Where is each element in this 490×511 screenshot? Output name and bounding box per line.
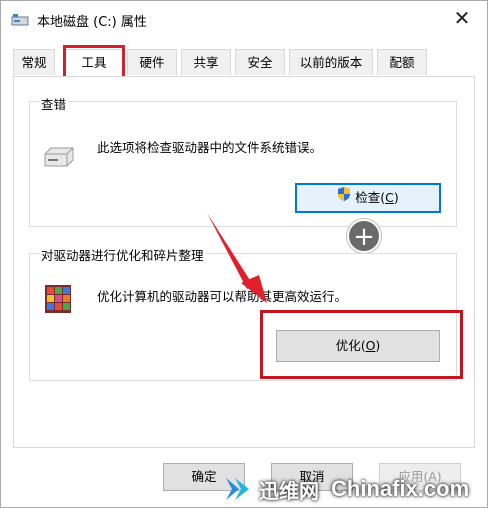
watermark: 迅维网 Chinafix.com: [223, 469, 490, 509]
watermark-en-text: Chinafix.com: [331, 476, 470, 501]
properties-dialog: 本地磁盘 (C:) 属性 ✕ 常规 工具 硬件 共享 安全 以前的版本 配额 查…: [0, 0, 488, 508]
annotation-arrow: [207, 213, 267, 303]
watermark-cn-text: 迅维网: [259, 478, 319, 503]
watermark-logo-icon: [223, 474, 253, 504]
